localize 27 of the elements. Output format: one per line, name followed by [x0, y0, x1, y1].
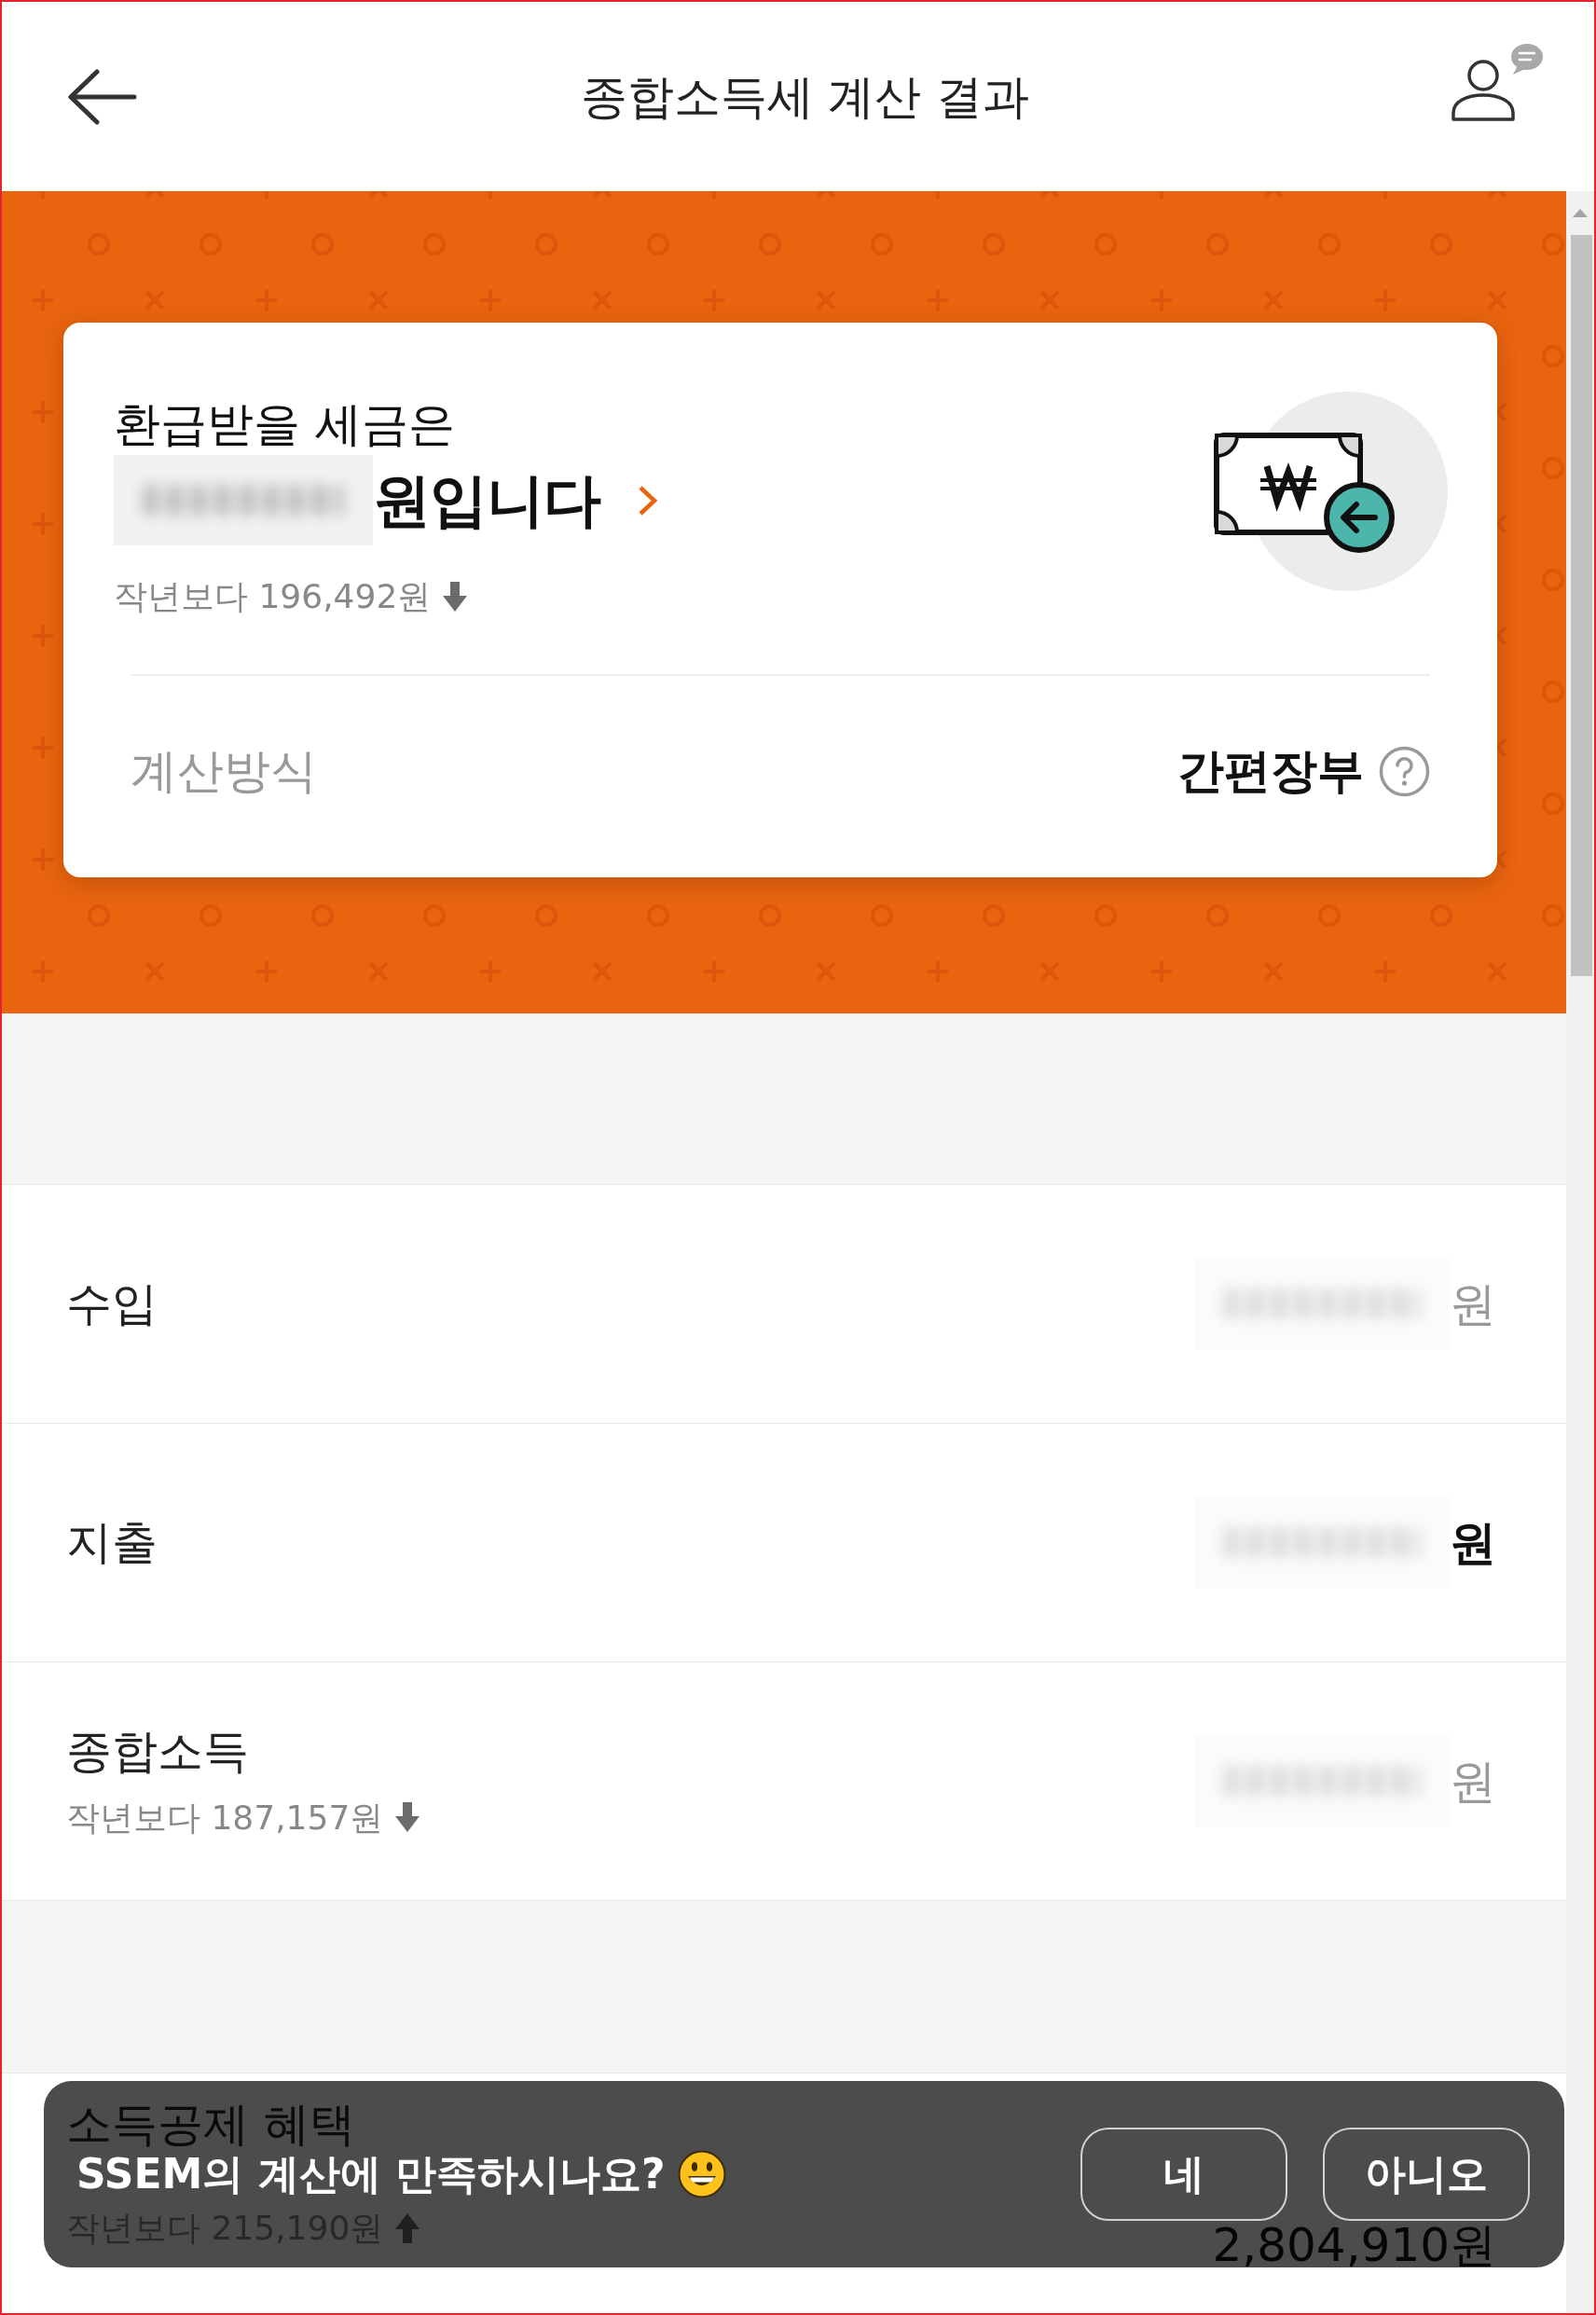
answer-button[interactable]: 네: [1080, 2128, 1287, 2221]
help-icon[interactable]: [1379, 746, 1430, 797]
row-label: 소득공제 혜택: [66, 2101, 355, 2149]
banknote-refund-icon: [1214, 392, 1449, 591]
row-label: 지출: [66, 1514, 158, 1571]
down-arrow-icon: [442, 581, 469, 612]
year-comparison-text: 작년보다 187,157원: [66, 1797, 384, 1839]
back-arrow-icon[interactable]: [66, 68, 137, 125]
method-value: 간편장부: [1177, 743, 1364, 800]
row-label: 수입: [66, 1275, 158, 1332]
toast-message: SSEM의 계산에 만족하시나요?: [76, 2151, 666, 2198]
grinning-face-icon: [678, 2150, 727, 2198]
scrollbar-thumb[interactable]: [1571, 235, 1592, 976]
person-chat-icon[interactable]: [1451, 41, 1544, 121]
answer-button[interactable]: 아니오: [1323, 2128, 1530, 2221]
method-label: 계산방식: [131, 743, 317, 800]
page-title: 종합소득세 계산 결과: [580, 68, 1030, 126]
row-label: 종합소득: [66, 1723, 249, 1780]
currency-unit: 원: [1450, 1275, 1496, 1333]
currency-unit: 원: [1450, 1514, 1496, 1572]
down-arrow-icon: [394, 1802, 421, 1832]
refund-heading: 환급받을 세금은: [114, 396, 455, 453]
refund-amount-text: 원입니다: [373, 464, 600, 536]
deduction-amount: 2,804,910원: [1212, 2223, 1496, 2267]
year-comparison-text: 작년보다 196,492원: [114, 576, 432, 617]
scroll-up-icon[interactable]: [1573, 209, 1588, 217]
currency-unit: 원: [1450, 1753, 1496, 1811]
